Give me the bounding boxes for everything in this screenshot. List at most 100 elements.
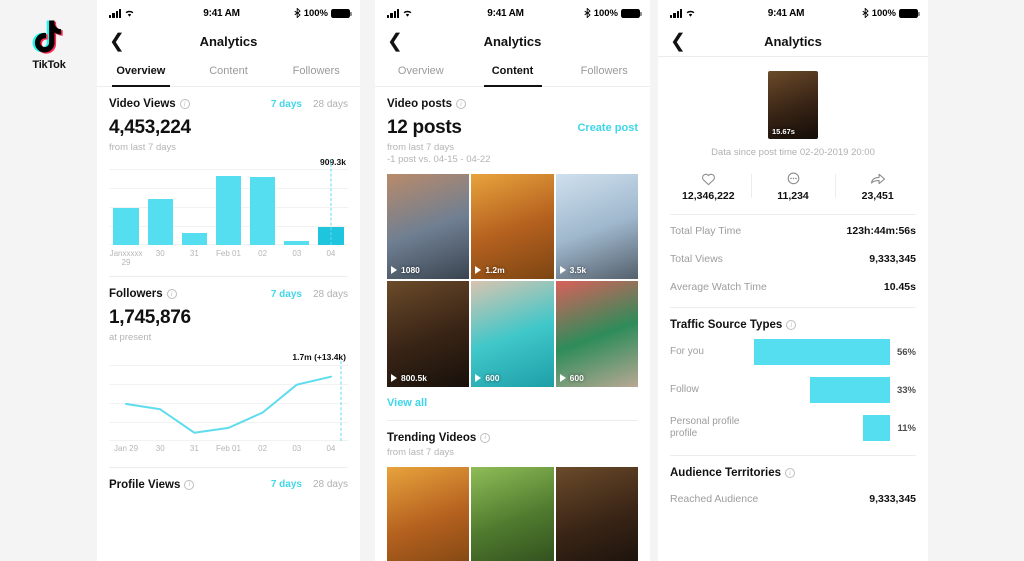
tab-label: Followers <box>292 65 340 77</box>
comments-value: 11,234 <box>777 190 809 202</box>
trending-thumbnail[interactable] <box>555 466 638 561</box>
back-button[interactable]: ❮ <box>109 32 125 51</box>
traffic-bar-track <box>754 371 890 409</box>
nav-bar: ❮ Analytics <box>97 26 360 56</box>
post-count: 12 posts <box>387 117 462 138</box>
tab-overview[interactable]: Overview <box>97 56 185 86</box>
info-icon[interactable]: i <box>184 479 195 490</box>
section-header: Video posts i <box>387 98 638 110</box>
range-28-days[interactable]: 28 days <box>313 99 348 110</box>
thumbnail-image <box>471 174 554 280</box>
play-icon <box>475 266 482 275</box>
view-all-link[interactable]: View all <box>387 397 638 409</box>
play-icon <box>391 373 398 382</box>
traffic-percent: 33% <box>896 384 916 396</box>
tab-bar: Overview Content Followers <box>375 56 650 87</box>
info-icon[interactable]: i <box>455 99 466 109</box>
traffic-source-bar-chart: For you 56% Follow 33% Personal profile profi… <box>658 333 928 447</box>
traffic-source-row: Personal profile profile 11% <box>658 409 928 447</box>
tab-label: Followers <box>580 65 628 77</box>
thumbnail-image <box>555 466 638 561</box>
tiktok-brand: TikTok <box>18 14 80 71</box>
section-video-posts: Video posts i 12 posts Create post from … <box>375 87 650 409</box>
bar <box>284 241 310 245</box>
page-title: Analytics <box>199 33 258 49</box>
tab-label: Content <box>491 65 534 77</box>
info-icon[interactable]: i <box>785 468 795 478</box>
x-tick-label: Feb 01 <box>216 444 241 454</box>
traffic-bar <box>754 339 890 365</box>
x-tick-label: 31 <box>189 444 199 454</box>
video-thumbnail[interactable]: 800.5k <box>387 281 470 387</box>
bluetooth-icon <box>294 8 301 18</box>
post-duration: 15.67s <box>772 127 795 136</box>
section-header: Profile Views i 7 days 28 days <box>109 479 348 491</box>
traffic-source-label: Personal profile profile <box>670 416 740 439</box>
play-icon <box>559 266 567 275</box>
video-thumbnail[interactable]: 1080 <box>387 174 470 280</box>
bar-plot-area <box>109 159 348 245</box>
video-thumbnail[interactable]: 600 <box>471 281 554 387</box>
status-time: 9:41 AM <box>767 7 805 19</box>
nav-bar: ❮ Analytics <box>658 26 928 56</box>
create-post-button[interactable]: Create post <box>577 122 638 134</box>
info-icon[interactable]: i <box>166 289 177 300</box>
play-count-value: 600 <box>569 372 584 383</box>
battery-icon <box>899 8 920 18</box>
x-tick-label: 04 <box>326 249 336 258</box>
back-button[interactable]: ❮ <box>670 32 686 51</box>
tab-followers[interactable]: Followers <box>272 56 360 86</box>
bar-series <box>109 169 348 245</box>
phone-panel-overview: 9:41 AM 100% ❮ Analytics Overview Conten… <box>97 0 360 561</box>
video-thumbnail[interactable]: 1.2m <box>471 174 554 280</box>
shares-value: 23,451 <box>861 190 894 202</box>
thumbnail-image <box>471 466 554 561</box>
tab-content[interactable]: Content <box>185 56 273 86</box>
thumbnail-image <box>387 281 470 387</box>
section-header: Video Views i 7 days 28 days <box>109 98 348 110</box>
video-thumbnail[interactable]: 3.5k <box>555 174 638 280</box>
range-7-days[interactable]: 7 days <box>271 99 302 110</box>
engagement-stats: 12,346,222 11,234 23,451 <box>658 170 928 202</box>
range-7-days[interactable]: 7 days <box>271 289 302 300</box>
range-selector: 7 days 28 days <box>271 479 348 490</box>
trending-thumbnail[interactable] <box>471 466 554 561</box>
tab-overview[interactable]: Overview <box>375 56 467 86</box>
battery-percent: 100% <box>871 7 896 19</box>
x-tick-label: Janxxxxx 29 <box>109 249 143 268</box>
bar <box>250 176 276 245</box>
traffic-source-label: For you <box>670 346 704 357</box>
range-28-days[interactable]: 28 days <box>313 479 348 490</box>
x-tick-label: 04 <box>326 444 336 454</box>
posts-note-2: -1 post vs. 04-15 - 04-22 <box>387 154 491 165</box>
play-count: 3.5k <box>559 265 586 275</box>
post-thumbnail[interactable]: 15.67s <box>768 71 818 139</box>
range-7-days[interactable]: 7 days <box>271 479 302 490</box>
play-icon <box>391 266 398 275</box>
play-count: 600 <box>559 372 584 383</box>
info-icon[interactable]: i <box>786 320 797 330</box>
tab-followers[interactable]: Followers <box>558 56 650 86</box>
range-28-days[interactable]: 28 days <box>313 289 348 300</box>
info-icon[interactable]: i <box>480 432 491 443</box>
section-title: Profile Views <box>109 478 181 491</box>
x-tick-label: 02 <box>258 249 268 258</box>
play-count: 600 <box>475 373 500 383</box>
trending-thumbnail-grid <box>387 466 638 561</box>
trending-thumbnail[interactable] <box>387 466 470 561</box>
metric-total-play-time: Total Play Time 123h:44m:56s <box>658 215 928 237</box>
section-followers: Followers i 7 days 28 days 1,745,876 at … <box>97 277 360 453</box>
bar-cell <box>246 169 280 245</box>
play-count-value: 800.5k <box>401 372 427 383</box>
section-title: Followers <box>109 288 163 301</box>
trending-note: from last 7 days <box>387 446 455 458</box>
traffic-bar <box>863 415 890 441</box>
tab-content[interactable]: Content <box>467 56 559 86</box>
back-button[interactable]: ❮ <box>387 32 403 51</box>
section-title: Trending Videos <box>387 431 477 444</box>
metric-label: Average Watch Time <box>670 281 767 293</box>
followers-value: 1,745,876 <box>109 307 191 329</box>
info-icon[interactable]: i <box>179 99 190 109</box>
thumbnail-image <box>387 174 470 280</box>
video-thumbnail[interactable]: 600 <box>555 281 638 387</box>
